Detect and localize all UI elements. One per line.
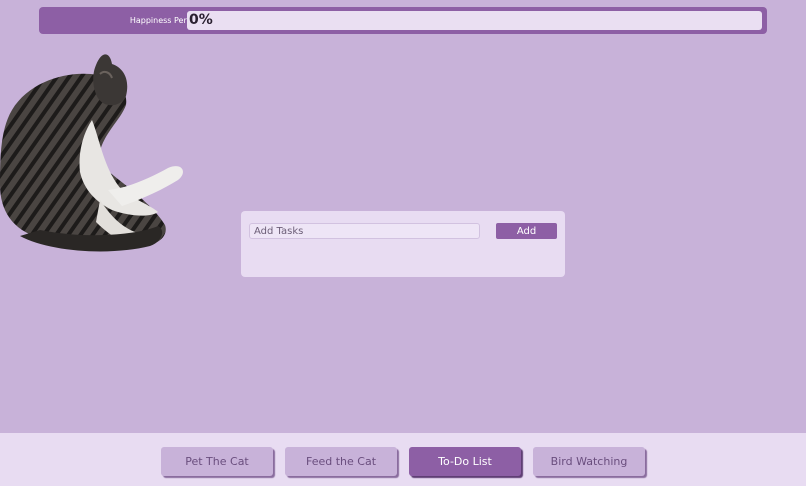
nav-bird-watching-button[interactable]: Bird Watching (533, 447, 645, 476)
happiness-value: 0% (189, 12, 213, 28)
bottom-nav: Pet The Cat Feed the Cat To-Do List Bird… (0, 433, 806, 486)
todo-panel: Add (241, 211, 565, 277)
add-task-input[interactable] (249, 223, 480, 239)
add-task-button[interactable]: Add (496, 223, 557, 239)
happiness-track: 0% (187, 11, 762, 30)
cat-image[interactable] (0, 50, 190, 256)
nav-todo-list-button[interactable]: To-Do List (409, 447, 521, 476)
nav-feed-the-cat-button[interactable]: Feed the Cat (285, 447, 397, 476)
nav-pet-the-cat-button[interactable]: Pet The Cat (161, 447, 273, 476)
happiness-bar: Happiness Percentage 0% (39, 7, 767, 34)
